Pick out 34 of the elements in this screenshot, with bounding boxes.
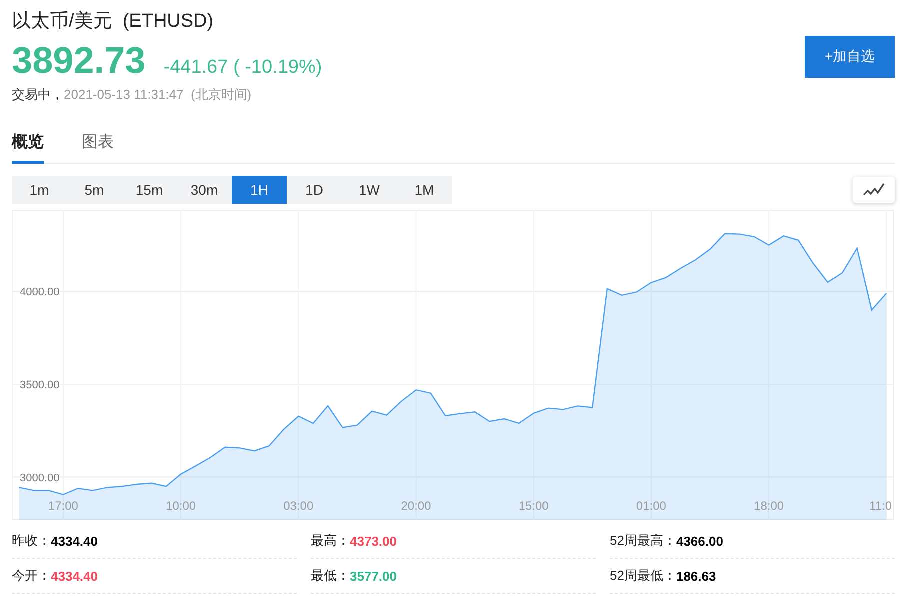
stat-value: 4366.00	[676, 534, 724, 548]
x-axis-label: 15:00	[518, 499, 549, 513]
y-axis-label: 3000.00	[20, 472, 60, 484]
price-change: -441.67 ( -10.19%)	[164, 57, 322, 79]
stat-label: 今开：	[12, 567, 51, 585]
interval-tab[interactable]: 1H	[232, 176, 287, 204]
stat-label: 最高：	[311, 532, 350, 550]
tab[interactable]: 概览	[12, 128, 44, 164]
stat-value: 186.63	[676, 568, 716, 584]
x-axis-label: 11:0	[870, 499, 892, 513]
tab[interactable]: 图表	[82, 128, 114, 164]
y-axis-label: 4000.00	[20, 286, 60, 299]
stat-value: 4334.40	[51, 534, 98, 548]
x-axis-label: 10:00	[166, 499, 196, 513]
x-axis-label: 18:00	[754, 499, 784, 513]
stat-value: 4373.00	[350, 534, 397, 548]
y-axis-label: 3500.00	[20, 380, 60, 392]
stat-value: 3577.00	[350, 568, 397, 584]
trading-status: 交易中，	[12, 86, 64, 104]
stat-label: 最低：	[311, 567, 350, 585]
add-watchlist-button[interactable]: +加自选	[805, 36, 895, 78]
line-chart-icon	[863, 183, 885, 197]
stat-label: 52周最高：	[610, 532, 676, 550]
timestamp: 2021-05-13 11:31:47 (北京时间)	[64, 86, 252, 104]
x-axis-label: 01:00	[636, 499, 666, 513]
chart-type-button[interactable]	[853, 177, 895, 203]
price: 3892.73	[12, 40, 146, 82]
instrument-title: 以太币/美元 (ETHUSD)	[12, 10, 215, 34]
stat-label: 52周最低：	[610, 567, 676, 585]
stat-label: 昨收：	[12, 532, 51, 550]
x-axis-label: 17:00	[48, 499, 78, 513]
stat-value: 4334.40	[51, 568, 98, 584]
x-axis-label: 20:00	[401, 499, 432, 513]
x-axis-label: 03:00	[284, 499, 314, 513]
